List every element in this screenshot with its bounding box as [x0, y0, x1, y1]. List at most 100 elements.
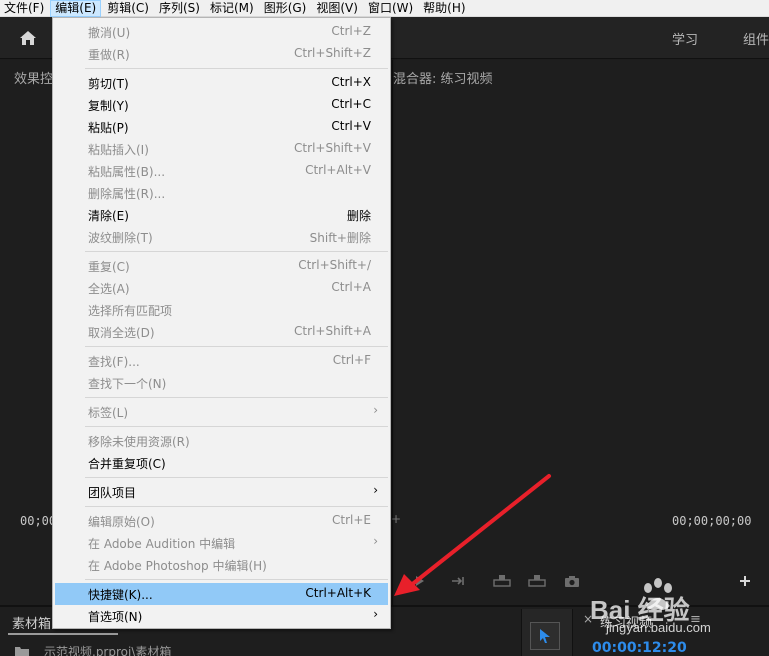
- menu-item-shortcut: Ctrl+C: [331, 97, 371, 111]
- menu-item-redo[interactable]: 重做(R) Ctrl+Shift+Z: [55, 43, 388, 65]
- menu-item-keyboard-shortcuts[interactable]: 快捷键(K)... Ctrl+Alt+K: [55, 583, 388, 605]
- right-timecode: 00;00;00;00: [672, 514, 752, 528]
- menu-item-paste-insert[interactable]: 粘贴插入(I) Ctrl+Shift+V: [55, 138, 388, 160]
- menu-item-find-next[interactable]: 查找下一个(N): [55, 372, 388, 394]
- step-forward-icon[interactable]: [450, 574, 468, 588]
- menu-item-shortcut: Ctrl+Shift+Z: [294, 46, 371, 60]
- menu-item-edit-in-photoshop[interactable]: 在 Adobe Photoshop 中编辑(H): [55, 554, 388, 576]
- menu-item-label: 粘贴插入(I): [88, 143, 149, 157]
- menu-separator: [85, 251, 388, 252]
- menu-item-label: 取消全选(D): [88, 326, 155, 340]
- menu-item-select-all-matching[interactable]: 选择所有匹配项: [55, 299, 388, 321]
- menu-item-shortcut: Ctrl+Alt+V: [305, 163, 371, 177]
- home-icon: [20, 31, 36, 45]
- menu-view[interactable]: 视图(V): [312, 0, 362, 17]
- menu-graphics[interactable]: 图形(G): [260, 0, 311, 17]
- menu-item-label: 查找下一个(N): [88, 377, 167, 391]
- menu-item-label: 标签(L): [88, 406, 129, 420]
- camera-icon[interactable]: [563, 574, 581, 588]
- menu-item-shortcut: Ctrl+Alt+K: [305, 586, 371, 600]
- menu-item-shortcut: Shift+删除: [309, 231, 371, 245]
- menu-item-paste-attributes[interactable]: 粘贴属性(B)... Ctrl+Alt+V: [55, 160, 388, 182]
- chevron-right-icon: ›: [373, 483, 378, 497]
- menu-item-label: 重复(C): [88, 260, 130, 274]
- workspace-tab-learn[interactable]: 学习: [672, 29, 698, 48]
- menu-item-label: 团队项目: [88, 486, 137, 500]
- overwrite-icon[interactable]: [527, 574, 547, 588]
- menu-help[interactable]: 帮助(H): [419, 0, 469, 17]
- menu-item-edit-in-audition[interactable]: 在 Adobe Audition 中编辑 ›: [55, 532, 388, 554]
- menu-item-label: 全选(A): [88, 282, 130, 296]
- menu-item-shortcut: Ctrl+X: [331, 75, 371, 89]
- menu-item-label: 剪切(T): [88, 77, 129, 91]
- transport-controls: [412, 574, 430, 588]
- menu-item-shortcut: Ctrl+F: [332, 353, 371, 367]
- menu-item-duplicate[interactable]: 重复(C) Ctrl+Shift+/: [55, 255, 388, 277]
- menu-item-shortcut: Ctrl+Shift+V: [294, 141, 371, 155]
- edit-menu-dropdown: 撤消(U) Ctrl+Z 重做(R) Ctrl+Shift+Z 剪切(T) Ctrl+…: [52, 17, 391, 629]
- folder-icon: [15, 647, 29, 656]
- breadcrumb: 示范视频.prproj\素材箱: [44, 645, 172, 656]
- menu-item-shortcut: Ctrl+Z: [331, 24, 371, 38]
- menu-item-label: 首选项(N): [88, 610, 143, 624]
- menubar: 文件(F) 编辑(E) 剪辑(C) 序列(S) 标记(M) 图形(G) 视图(V…: [0, 0, 769, 17]
- add-marker-icon[interactable]: +: [391, 512, 401, 526]
- left-timecode: 00;00: [20, 514, 57, 528]
- menu-item-label: 合并重复项(C): [88, 457, 166, 471]
- menu-item-remove-attributes[interactable]: 删除属性(R)...: [55, 182, 388, 204]
- transport-extra: [492, 574, 512, 588]
- menu-item-deselect-all[interactable]: 取消全选(D) Ctrl+Shift+A: [55, 321, 388, 343]
- watermark-url: jingyan.baidu.com: [606, 620, 711, 635]
- menu-sequence[interactable]: 序列(S): [155, 0, 204, 17]
- menu-item-consolidate-duplicates[interactable]: 合并重复项(C): [55, 452, 388, 474]
- tab-bin[interactable]: 素材箱: [12, 613, 51, 632]
- menu-file[interactable]: 文件(F): [0, 0, 48, 17]
- menu-item-shortcut: 删除: [346, 209, 371, 223]
- menu-separator: [85, 579, 388, 580]
- baidu-watermark: Bai 经验 jingyan.baidu.com: [588, 574, 769, 644]
- menu-item-label: 粘贴属性(B)...: [88, 165, 166, 179]
- menu-item-clear[interactable]: 清除(E) 删除: [55, 204, 388, 226]
- menu-separator: [85, 477, 388, 478]
- menu-item-label: 复制(Y): [88, 99, 129, 113]
- insert-icon[interactable]: [492, 574, 512, 588]
- menu-item-label: 快捷键(K)...: [88, 588, 153, 602]
- menu-item-select-all[interactable]: 全选(A) Ctrl+A: [55, 277, 388, 299]
- menu-item-label: 在 Adobe Audition 中编辑: [88, 537, 236, 551]
- menu-item-find[interactable]: 查找(F)... Ctrl+F: [55, 350, 388, 372]
- effect-controls-panel: 效果控 00;00: [0, 60, 60, 605]
- menu-item-remove-unused[interactable]: 移除未使用资源(R): [55, 430, 388, 452]
- menu-item-label: 编辑原始(O): [88, 515, 155, 529]
- chevron-right-icon: ›: [373, 403, 378, 417]
- panel-title-effects: 效果控: [14, 72, 54, 87]
- selection-arrow-icon: [540, 629, 550, 643]
- chevron-right-icon: ›: [373, 607, 378, 621]
- menu-window[interactable]: 窗口(W): [364, 0, 417, 17]
- menu-item-label: 粘贴(P): [88, 121, 129, 135]
- workspace-tab-assembly[interactable]: 组件: [743, 29, 769, 48]
- menu-item-preferences[interactable]: 首选项(N) ›: [55, 605, 388, 627]
- tab-underline: [8, 633, 118, 635]
- menu-item-cut[interactable]: 剪切(T) Ctrl+X: [55, 72, 388, 94]
- transport-extra-2: [527, 574, 547, 588]
- menu-item-label: 撤消(U): [88, 26, 131, 40]
- transport-right: [450, 574, 468, 588]
- menu-item-shortcut: Ctrl+Shift+/: [298, 258, 371, 272]
- menu-item-ripple-delete[interactable]: 波纹删除(T) Shift+删除: [55, 226, 388, 248]
- selection-tool-button[interactable]: [530, 622, 560, 650]
- menu-item-shortcut: Ctrl+Shift+A: [294, 324, 371, 338]
- menu-item-undo[interactable]: 撤消(U) Ctrl+Z: [55, 21, 388, 43]
- play-icon[interactable]: [412, 574, 430, 588]
- home-button[interactable]: [8, 25, 48, 51]
- menu-item-team-projects[interactable]: 团队项目 ›: [55, 481, 388, 503]
- menu-markers[interactable]: 标记(M): [206, 0, 258, 17]
- menu-item-label-submenu[interactable]: 标签(L) ›: [55, 401, 388, 423]
- menu-item-label: 清除(E): [88, 209, 129, 223]
- menu-item-edit-original[interactable]: 编辑原始(O) Ctrl+E: [55, 510, 388, 532]
- menu-clip[interactable]: 剪辑(C): [103, 0, 153, 17]
- menu-item-copy[interactable]: 复制(Y) Ctrl+C: [55, 94, 388, 116]
- menu-item-label: 查找(F)...: [88, 355, 140, 369]
- menu-separator: [85, 346, 388, 347]
- menu-edit[interactable]: 编辑(E): [50, 0, 102, 17]
- menu-item-paste[interactable]: 粘贴(P) Ctrl+V: [55, 116, 388, 138]
